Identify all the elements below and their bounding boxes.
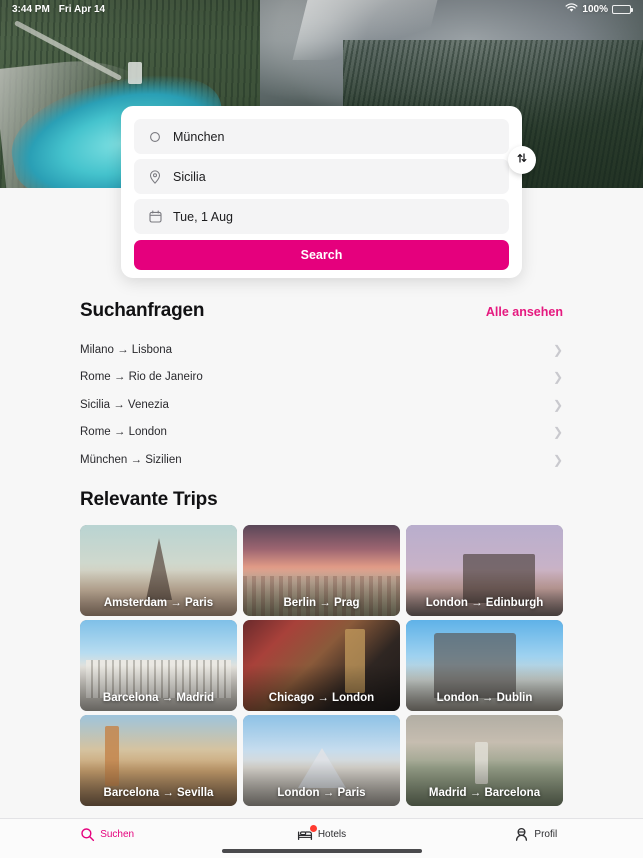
date-input[interactable]: Tue, 1 Aug (134, 199, 509, 234)
battery-full-icon (612, 4, 633, 14)
status-time: 3:44 PM (12, 3, 50, 15)
chevron-right-icon: ❯ (552, 425, 563, 440)
tab-hotels-label: Hotels (317, 829, 347, 840)
trips-grid: Amsterdam → Paris Berlin → Prag London →… (0, 525, 643, 806)
list-item[interactable]: München → Sizilien ❯ (80, 446, 563, 474)
query-label: Rome → Rio de Janeiro (80, 371, 203, 384)
tab-bar: Suchen Hotels Profil (0, 818, 643, 858)
queries-header: Suchanfragen Alle ansehen (0, 300, 643, 322)
home-indicator[interactable] (221, 849, 422, 853)
status-bar-left: 3:44 PM Fri Apr 14 (12, 4, 105, 15)
chevron-right-icon: ❯ (552, 370, 563, 385)
see-all-link[interactable]: Alle ansehen (486, 305, 563, 319)
status-date: Fri Apr 14 (58, 3, 106, 15)
destination-input[interactable]: Sicilia (134, 159, 509, 194)
battery-percent-label: 100% (582, 3, 608, 15)
trip-card[interactable]: Madrid → Barcelona (406, 715, 563, 806)
trip-label: London → Paris (277, 787, 366, 799)
wifi-icon (565, 2, 578, 16)
location-pin-icon (148, 169, 162, 184)
query-label: Sicilia → Venezia (80, 398, 169, 411)
hotels-badge (309, 824, 317, 832)
chevron-right-icon: ❯ (552, 342, 563, 357)
swap-button[interactable] (508, 146, 536, 174)
trips-header: Relevante Trips (0, 489, 643, 511)
tab-profil-label: Profil (534, 829, 558, 840)
trip-card[interactable]: Berlin → Prag (243, 525, 400, 616)
chevron-right-icon: ❯ (552, 452, 563, 467)
trip-card[interactable]: Barcelona → Sevilla (80, 715, 237, 806)
trip-label: Berlin → Prag (283, 597, 360, 609)
search-icon (80, 827, 95, 842)
search-card: München Sicilia Tue, 1 Aug Search (121, 106, 536, 278)
trip-card[interactable]: Chicago → London (243, 620, 400, 711)
swap-vertical-icon (515, 151, 529, 170)
trip-label: Barcelona → Sevilla (103, 787, 214, 799)
trip-card[interactable]: Amsterdam → Paris (80, 525, 237, 616)
app-root: 3:44 PM Fri Apr 14 100% München Sicilia … (0, 0, 643, 858)
trip-card[interactable]: Barcelona → Madrid (80, 620, 237, 711)
person-icon (514, 827, 529, 842)
calendar-icon (148, 210, 162, 224)
bed-icon (297, 824, 317, 842)
search-button-label: Search (300, 248, 343, 262)
query-label: München → Sizilien (80, 453, 182, 466)
origin-input[interactable]: München (134, 119, 509, 154)
queries-title: Suchanfragen (80, 300, 205, 321)
destination-value: Sicilia (173, 169, 206, 184)
origin-value: München (173, 129, 225, 144)
query-label: Milano → Lisbona (80, 343, 173, 356)
trips-title: Relevante Trips (80, 489, 218, 510)
trips-section: Relevante Trips Amsterdam → Paris Berlin… (0, 489, 643, 806)
status-bar: 3:44 PM Fri Apr 14 100% (0, 0, 643, 18)
trip-card[interactable]: London → Dublin (406, 620, 563, 711)
trip-label: London → Edinburgh (425, 597, 544, 609)
list-item[interactable]: Rome → Rio de Janeiro ❯ (80, 364, 563, 392)
trip-card[interactable]: London → Paris (243, 715, 400, 806)
search-button[interactable]: Search (134, 240, 509, 270)
trip-card[interactable]: London → Edinburgh (406, 525, 563, 616)
trip-label: London → Dublin (436, 692, 533, 704)
trip-label: Barcelona → Madrid (102, 692, 215, 704)
chevron-right-icon: ❯ (552, 397, 563, 412)
list-item[interactable]: Sicilia → Venezia ❯ (80, 391, 563, 419)
list-item[interactable]: Rome → London ❯ (80, 419, 563, 447)
trip-label: Madrid → Barcelona (428, 787, 541, 799)
trip-label: Amsterdam → Paris (103, 597, 214, 609)
queries-list: Milano → Lisbona ❯ Rome → Rio de Janeiro… (0, 336, 643, 474)
tab-suchen-label: Suchen (100, 829, 135, 840)
status-bar-right: 100% (565, 2, 633, 16)
trip-label: Chicago → London (268, 692, 375, 704)
tab-suchen[interactable]: Suchen (0, 819, 214, 858)
circle-outline-icon (148, 130, 162, 144)
list-item[interactable]: Milano → Lisbona ❯ (80, 336, 563, 364)
date-value: Tue, 1 Aug (173, 209, 233, 224)
queries-section: Suchanfragen Alle ansehen Milano → Lisbo… (0, 300, 643, 474)
query-label: Rome → London (80, 426, 167, 439)
tab-profil[interactable]: Profil (429, 819, 643, 858)
